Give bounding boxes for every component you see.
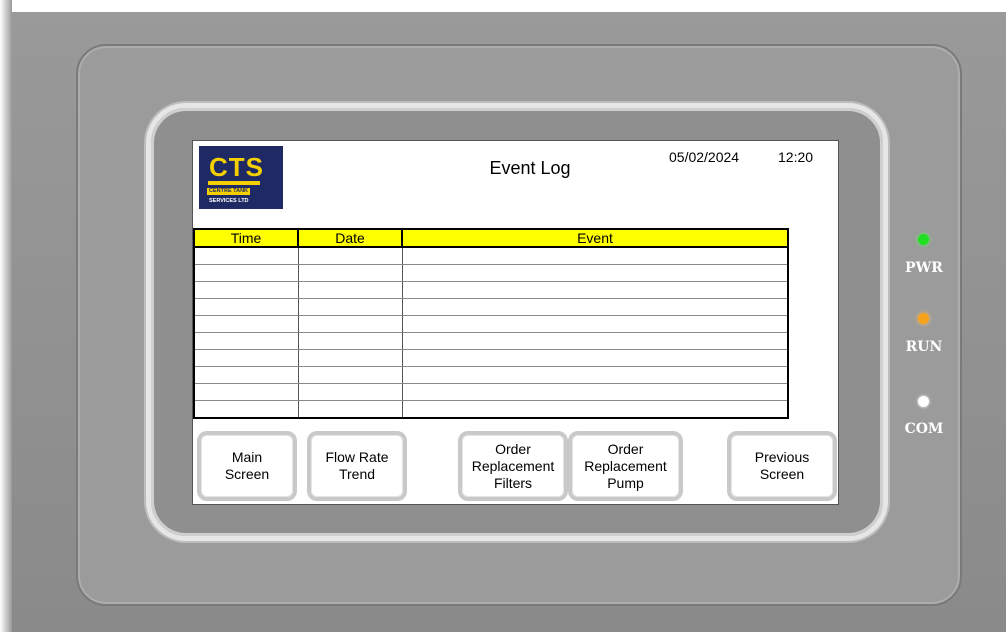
column-header-time: Time — [193, 228, 299, 248]
table-row — [193, 383, 789, 401]
left-border — [0, 0, 12, 632]
cell-date — [297, 281, 403, 299]
table-row — [193, 349, 789, 367]
column-header-date: Date — [297, 228, 403, 248]
previous-screen-button-label: Previous Screen — [754, 449, 810, 482]
cts-logo: CTS CENTRE TANK SERVICES LTD — [199, 146, 283, 209]
cell-date — [297, 247, 403, 265]
cell-event — [401, 366, 789, 384]
cell-date — [297, 332, 403, 350]
cell-time — [193, 281, 299, 299]
current-date: 05/02/2024 — [669, 149, 740, 165]
top-border — [0, 0, 1006, 12]
cell-time — [193, 400, 299, 419]
com-indicator-label: COM — [904, 421, 944, 437]
cell-date — [297, 264, 403, 282]
cell-date — [297, 349, 403, 367]
cell-date — [297, 315, 403, 333]
table-header-row: Time Date Event — [193, 228, 789, 248]
cell-event — [401, 264, 789, 282]
cell-date — [297, 400, 403, 419]
pwr-indicator-label: PWR — [905, 260, 943, 276]
cell-date — [297, 298, 403, 316]
run-indicator-led — [918, 313, 929, 324]
logo-line2: SERVICES LTD — [209, 198, 249, 204]
cell-time — [193, 332, 299, 350]
pwr-indicator-led — [918, 234, 929, 245]
flow-rate-trend-button-label: Flow Rate Trend — [325, 449, 389, 482]
order-replacement-filters-button[interactable]: Order Replacement Filters — [458, 431, 568, 501]
cell-event — [401, 315, 789, 333]
run-indicator-label: RUN — [905, 339, 943, 355]
cell-event — [401, 247, 789, 265]
logo-line1: CENTRE TANK — [207, 188, 251, 195]
table-row — [193, 247, 789, 265]
cell-date — [297, 383, 403, 401]
main-screen-button[interactable]: Main Screen — [197, 431, 297, 501]
hmi-display: CTS CENTRE TANK SERVICES LTD Event Log 0… — [192, 140, 839, 505]
logo-main-text: CTS — [209, 152, 264, 182]
cell-event — [401, 383, 789, 401]
cell-event — [401, 400, 789, 419]
cell-time — [193, 366, 299, 384]
cell-date — [297, 366, 403, 384]
table-row — [193, 332, 789, 350]
main-screen-button-label: Main Screen — [224, 449, 270, 482]
table-row — [193, 298, 789, 316]
column-header-event: Event — [401, 228, 789, 248]
table-row — [193, 281, 789, 299]
com-indicator-led — [918, 396, 929, 407]
cell-event — [401, 349, 789, 367]
cell-event — [401, 332, 789, 350]
cell-time — [193, 315, 299, 333]
cell-time — [193, 298, 299, 316]
cell-time — [193, 383, 299, 401]
order-pump-button-label: Order Replacement Pump — [584, 440, 667, 491]
table-row — [193, 400, 789, 419]
table-row — [193, 315, 789, 333]
table-row — [193, 264, 789, 282]
order-replacement-pump-button[interactable]: Order Replacement Pump — [568, 431, 683, 501]
table-row — [193, 366, 789, 384]
event-log-table: Time Date Event — [193, 228, 789, 419]
logo-underline — [208, 181, 260, 185]
cell-time — [193, 247, 299, 265]
flow-rate-trend-button[interactable]: Flow Rate Trend — [307, 431, 407, 501]
current-time: 12:20 — [778, 149, 814, 165]
order-filters-button-label: Order Replacement Filters — [471, 440, 555, 491]
page-title: Event Log — [489, 158, 571, 178]
cell-event — [401, 281, 789, 299]
previous-screen-button[interactable]: Previous Screen — [727, 431, 837, 501]
cell-time — [193, 264, 299, 282]
cell-event — [401, 298, 789, 316]
cell-time — [193, 349, 299, 367]
